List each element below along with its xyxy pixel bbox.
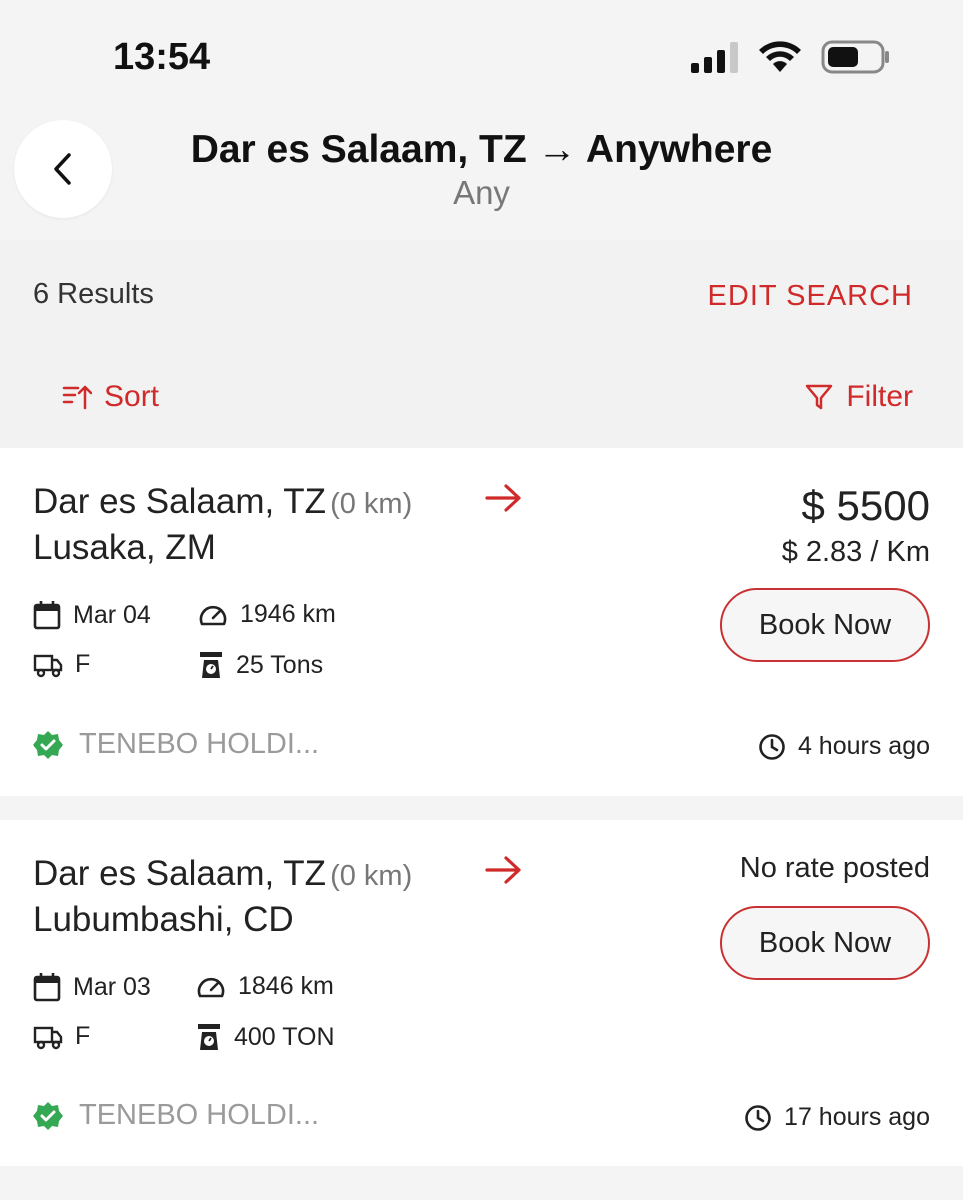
list-bottom-gap <box>0 1166 963 1200</box>
page-subtitle: Any <box>453 174 510 211</box>
posted-time: 4 hours ago <box>758 732 930 761</box>
arrow-right-icon <box>485 856 521 884</box>
status-icons <box>691 40 891 74</box>
sort-button[interactable]: Sort <box>62 380 159 414</box>
filter-button[interactable]: Filter <box>804 380 913 414</box>
route-origin: Dar es Salaam, TZ (0 km) <box>33 482 412 522</box>
posted-time: 17 hours ago <box>744 1103 930 1132</box>
origin-city: Dar es Salaam, TZ <box>33 854 327 893</box>
filter-label: Filter <box>846 380 913 413</box>
wifi-icon <box>759 41 801 72</box>
route-destination: Lusaka, ZM <box>33 528 216 567</box>
price-per-km: $ 2.83 / Km <box>781 536 930 568</box>
truck-icon <box>33 1026 63 1049</box>
pickup-date: Mar 04 <box>33 600 151 630</box>
nav-header: Dar es Salaam, TZ → Anywhere Any <box>0 110 963 240</box>
pickup-date: Mar 03 <box>33 972 151 1002</box>
battery-icon <box>821 40 889 74</box>
route-destination: Lubumbashi, CD <box>33 900 294 939</box>
verified-badge-icon <box>33 730 63 759</box>
edit-search-button[interactable]: EDIT SEARCH <box>708 280 913 313</box>
results-toolbar: 6 Results EDIT SEARCH Sort Filter <box>0 240 963 448</box>
status-bar: 13:54 <box>0 0 963 110</box>
book-now-button[interactable]: Book Now <box>720 906 930 980</box>
cellular-signal-icon <box>691 42 738 73</box>
company-name: TENEBO HOLDI... <box>33 1099 319 1132</box>
clock-icon <box>745 1104 771 1131</box>
scale-icon <box>198 1024 220 1050</box>
sort-label: Sort <box>104 380 160 413</box>
page-title: Dar es Salaam, TZ → Anywhere <box>190 128 773 171</box>
verified-badge-icon <box>33 1101 63 1130</box>
scale-icon <box>200 652 222 678</box>
status-time: 13:54 <box>113 36 211 78</box>
truck-icon <box>33 654 63 677</box>
no-rate-note: No rate posted <box>739 852 930 884</box>
truck-type: F <box>33 650 90 679</box>
arrow-right-icon <box>485 484 521 512</box>
results-count: 6 Results <box>33 278 154 310</box>
book-now-button[interactable]: Book Now <box>720 588 930 662</box>
listing-card[interactable]: Dar es Salaam, TZ (0 km) Lusaka, ZM Mar … <box>0 448 963 796</box>
origin-distance: (0 km) <box>330 860 413 892</box>
calendar-icon <box>33 601 61 630</box>
calendar-icon <box>33 973 61 1002</box>
sort-icon <box>62 385 92 410</box>
route-origin: Dar es Salaam, TZ (0 km) <box>33 854 412 894</box>
filter-icon <box>806 384 833 410</box>
clock-icon <box>759 733 785 760</box>
load-weight: 400 TON <box>196 1022 335 1052</box>
price: $ 5500 <box>801 482 930 529</box>
truck-type: F <box>33 1022 90 1051</box>
company-name: TENEBO HOLDI... <box>33 728 319 761</box>
speedometer-icon <box>199 605 227 625</box>
trip-distance: 1846 km <box>196 972 334 1001</box>
origin-distance: (0 km) <box>330 488 413 520</box>
listing-card[interactable]: Dar es Salaam, TZ (0 km) Lubumbashi, CD … <box>0 820 963 1166</box>
load-weight: 25 Tons <box>198 650 323 680</box>
trip-distance: 1946 km <box>198 600 336 629</box>
speedometer-icon <box>197 977 225 997</box>
origin-city: Dar es Salaam, TZ <box>33 482 327 521</box>
